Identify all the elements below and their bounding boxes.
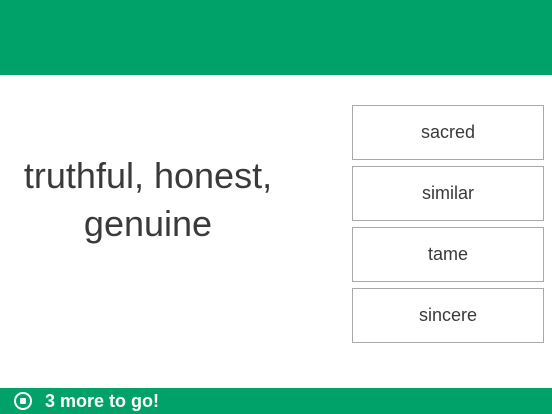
question-prompt: truthful, honest, genuine (0, 152, 296, 248)
progress-footer: 3 more to go! (0, 388, 552, 414)
prompt-line-2: genuine (83, 203, 213, 244)
answer-options: sacred similar tame sincere (352, 105, 544, 349)
header-bar (0, 0, 552, 75)
answer-option-sincere[interactable]: sincere (352, 288, 544, 343)
answer-option-similar[interactable]: similar (352, 166, 544, 221)
stop-circle-icon[interactable] (14, 392, 32, 410)
stop-square (20, 398, 26, 404)
progress-text: 3 more to go! (45, 390, 160, 411)
answer-option-sacred[interactable]: sacred (352, 105, 544, 160)
prompt-line-1: truthful, honest, (23, 155, 273, 196)
answer-option-tame[interactable]: tame (352, 227, 544, 282)
